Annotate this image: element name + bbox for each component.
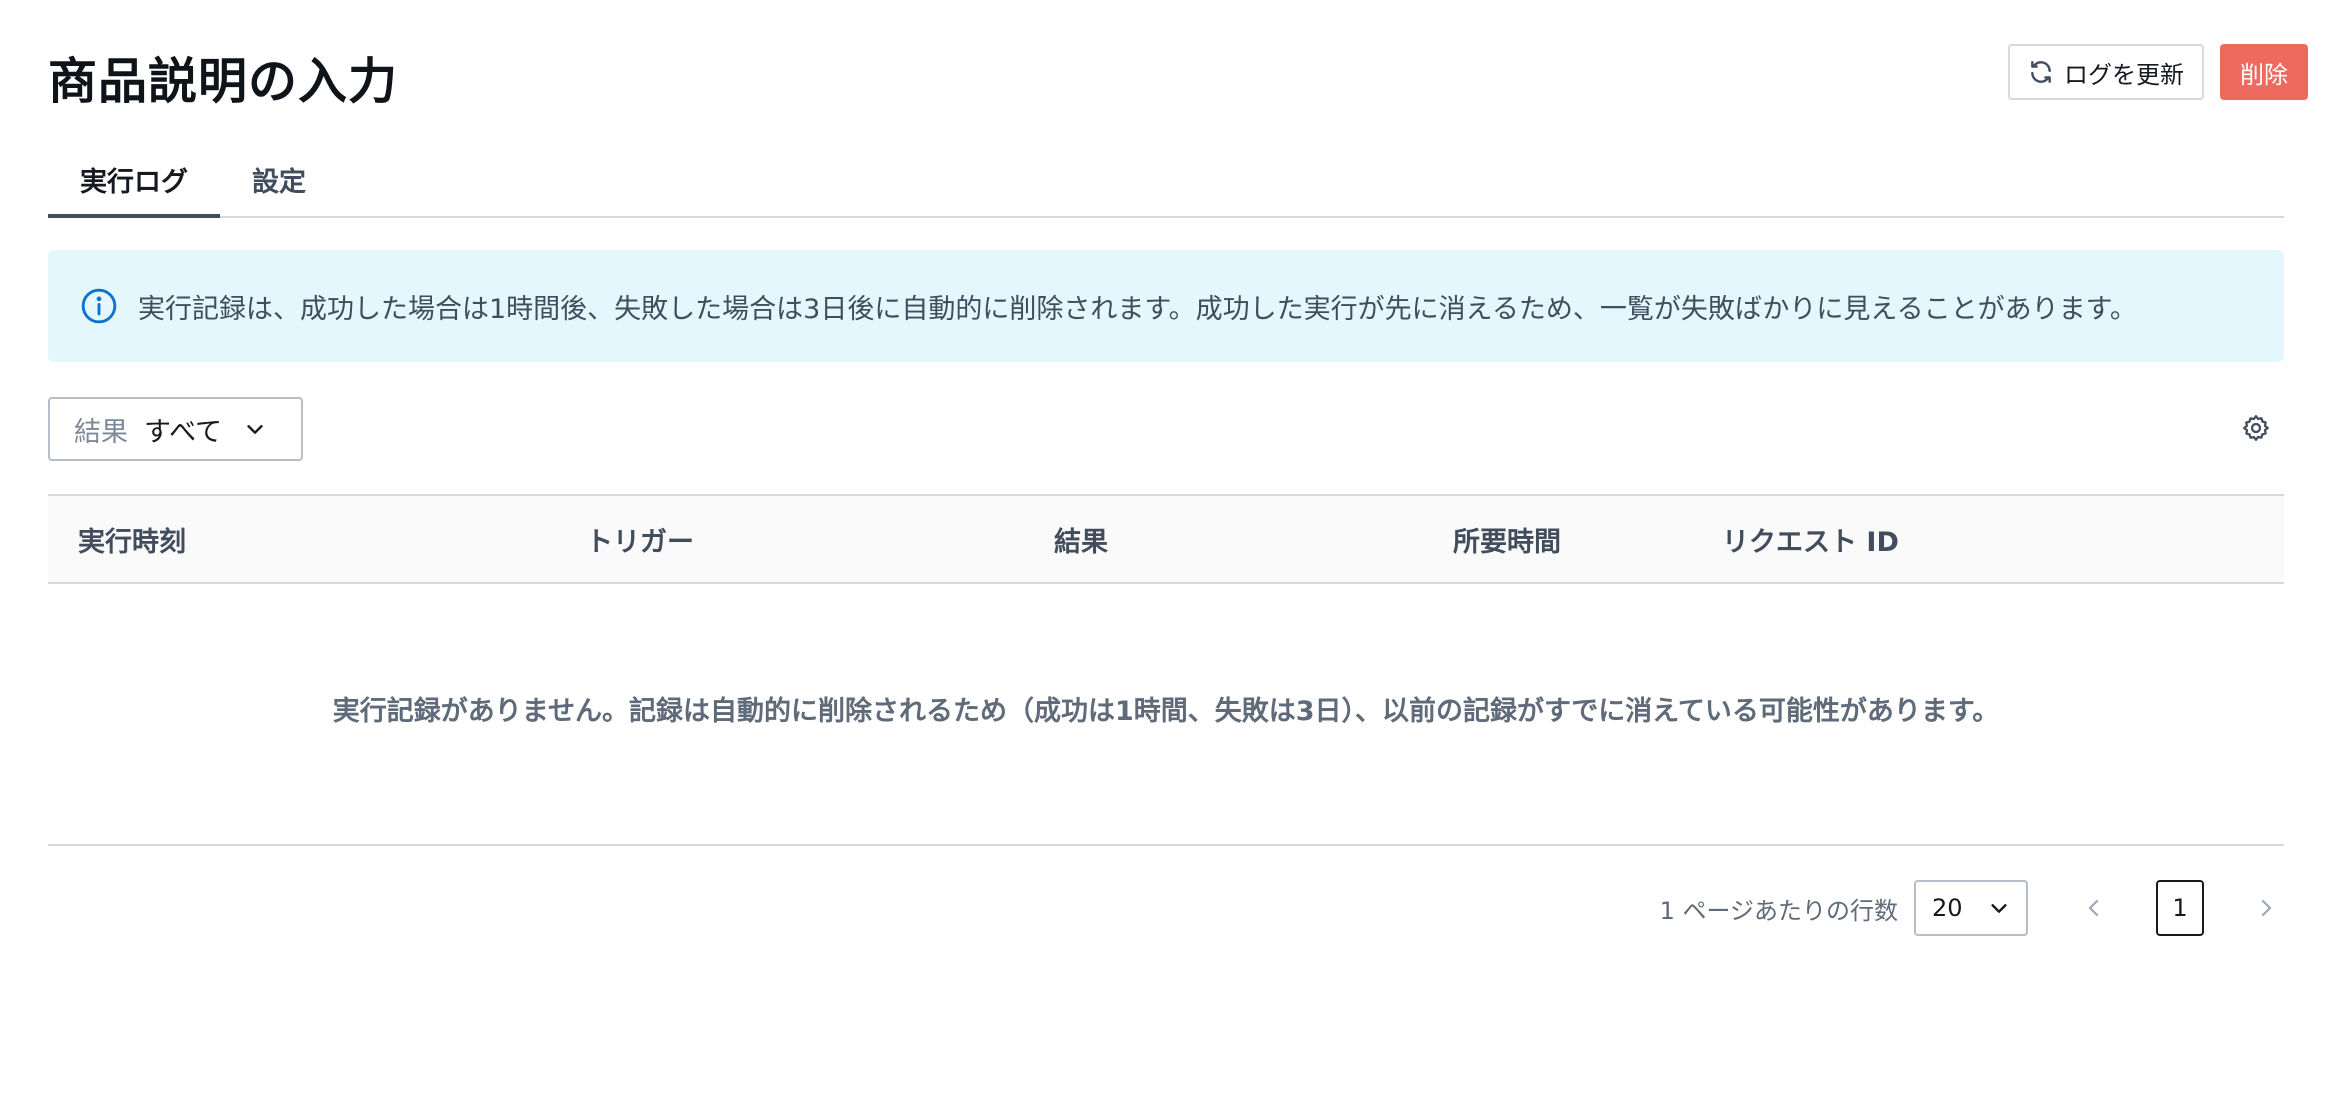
tab-list: 実行ログ 設定: [48, 148, 2284, 218]
tab-execution-log[interactable]: 実行ログ: [48, 148, 220, 218]
page-number-button[interactable]: 1: [2156, 880, 2204, 936]
page-header: 商品説明の入力 ログを更新 削除: [48, 40, 2308, 110]
delete-label: 削除: [2240, 61, 2288, 89]
next-page-button[interactable]: [2248, 890, 2284, 926]
result-filter-select[interactable]: 結果 すべて: [48, 397, 303, 461]
chevron-right-icon: [2254, 896, 2278, 920]
empty-state: 実行記録がありません。記録は自動的に削除されるため（成功は1時間、失敗は3日）、…: [48, 584, 2284, 846]
info-alert-text: 実行記録は、成功した場合は1時間後、失敗した場合は3日後に自動的に削除されます。…: [138, 293, 2137, 325]
tab-settings-label: 設定: [252, 167, 306, 198]
chevron-down-icon: [1988, 897, 2010, 919]
delete-button[interactable]: 削除: [2220, 44, 2308, 100]
info-alert: 実行記録は、成功した場合は1時間後、失敗した場合は3日後に自動的に削除されます。…: [48, 250, 2284, 362]
chevron-left-icon: [2082, 896, 2106, 920]
empty-state-message: 実行記録がありません。記録は自動的に削除されるため（成功は1時間、失敗は3日）、…: [332, 695, 2000, 727]
rows-per-page-value: 20: [1932, 894, 1963, 922]
page: 商品説明の入力 ログを更新 削除 実行ログ 設定 実行記録は、成功した場合は1時…: [0, 0, 2336, 1120]
info-icon: [80, 287, 118, 325]
result-filter-label: 結果: [74, 416, 128, 448]
table-preferences-button[interactable]: [2238, 410, 2274, 446]
column-header-request-id[interactable]: リクエスト ID: [1722, 496, 1899, 582]
gear-icon: [2241, 413, 2271, 443]
result-filter-value: すべて: [144, 416, 223, 448]
chevron-down-icon: [244, 418, 266, 440]
page-title: 商品説明の入力: [48, 53, 399, 110]
refresh-logs-button[interactable]: ログを更新: [2008, 44, 2204, 100]
column-header-duration[interactable]: 所要時間: [1453, 496, 1561, 582]
rows-per-page-label: 1 ページあたりの行数: [1659, 896, 1898, 925]
previous-page-button[interactable]: [2076, 890, 2112, 926]
pagination: 1 ページあたりの行数 20 1: [1660, 880, 2284, 936]
execution-log-table: 実行時刻 トリガー 結果 所要時間 リクエスト ID 実行記録がありません。記録…: [48, 494, 2284, 846]
tab-execution-log-label: 実行ログ: [80, 167, 188, 198]
header-actions: ログを更新 削除: [2008, 44, 2308, 100]
rows-per-page-select[interactable]: 20: [1914, 880, 2028, 936]
refresh-icon: [2028, 59, 2054, 85]
table-header: 実行時刻 トリガー 結果 所要時間 リクエスト ID: [48, 494, 2284, 584]
tab-settings[interactable]: 設定: [220, 148, 338, 216]
refresh-logs-label: ログを更新: [2064, 61, 2184, 89]
column-header-trigger[interactable]: トリガー: [586, 496, 694, 582]
column-header-result[interactable]: 結果: [1054, 496, 1108, 582]
column-header-execution-time[interactable]: 実行時刻: [78, 496, 186, 582]
